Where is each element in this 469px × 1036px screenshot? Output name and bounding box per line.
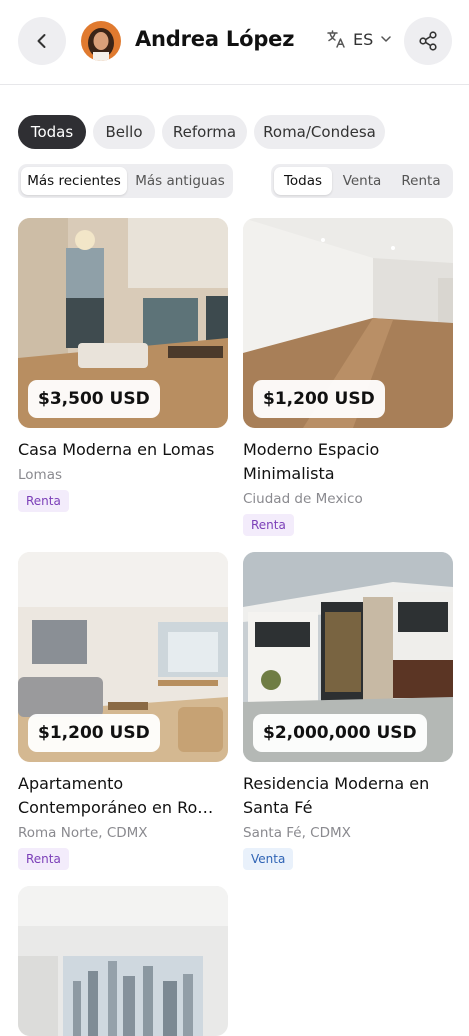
type-venta[interactable]: Venta xyxy=(334,167,390,195)
listing-photo xyxy=(18,886,228,1036)
listing-type-badge: Renta xyxy=(18,490,69,512)
language-selector[interactable]: ES xyxy=(326,29,392,49)
listing-photo: $1,200 USD xyxy=(18,552,228,762)
translate-icon xyxy=(327,30,345,48)
listing-price: $1,200 USD xyxy=(28,714,160,752)
listing-location: Lomas xyxy=(18,467,63,483)
listing-price: $1,200 USD xyxy=(253,380,385,418)
listing-price: $3,500 USD xyxy=(28,380,160,418)
listing-type-badge: Renta xyxy=(18,848,69,870)
type-todas[interactable]: Todas xyxy=(274,167,332,195)
listing-location: Ciudad de Mexico xyxy=(243,491,363,507)
listing-card[interactable]: $1,200 USD Moderno Espacio Minimalista C… xyxy=(243,218,453,536)
listing-card[interactable]: $2,000,000 USD Residencia Moderna en San… xyxy=(243,552,453,870)
listing-location: Roma Norte, CDMX xyxy=(18,825,148,841)
chip-roma-condesa[interactable]: Roma/Condesa xyxy=(254,115,385,149)
listing-photo: $1,200 USD xyxy=(243,218,453,428)
chip-todas[interactable]: Todas xyxy=(18,115,86,149)
listing-photo: $2,000,000 USD xyxy=(243,552,453,762)
listing-photo: $3,500 USD xyxy=(18,218,228,428)
type-renta[interactable]: Renta xyxy=(392,167,450,195)
listing-card[interactable]: $3,500 USD Casa Moderna en Lomas Lomas R… xyxy=(18,218,228,512)
listing-title: Casa Moderna en Lomas xyxy=(18,440,215,459)
listing-price: $2,000,000 USD xyxy=(253,714,427,752)
share-button[interactable] xyxy=(404,17,452,65)
chevron-left-icon xyxy=(37,34,46,48)
listing-type-badge: Venta xyxy=(243,848,294,870)
share-icon xyxy=(419,31,437,51)
sort-oldest[interactable]: Más antiguas xyxy=(130,167,230,195)
avatar xyxy=(81,21,121,61)
sort-newest[interactable]: Más recientes xyxy=(21,167,127,195)
listing-card[interactable]: $1,200 USD Apartamento Contemporáneo en R… xyxy=(18,552,228,870)
language-code: ES xyxy=(353,29,374,49)
chevron-down-icon xyxy=(381,36,392,42)
top-bar: Andrea López ES xyxy=(0,0,469,85)
listing-title: Residencia Moderna en Santa Fé xyxy=(243,774,430,817)
listing-location: Santa Fé, CDMX xyxy=(243,825,351,841)
sort-segmented-control: Más recientes Más antiguas xyxy=(18,164,233,198)
user-name: Andrea López xyxy=(135,27,295,51)
listing-type-badge: Renta xyxy=(243,514,294,536)
listing-title: Moderno Espacio Minimalista xyxy=(243,440,380,483)
listing-card[interactable] xyxy=(18,886,228,1036)
back-button[interactable] xyxy=(18,17,66,65)
chip-reforma[interactable]: Reforma xyxy=(162,115,247,149)
listing-title: ApartamentoContemporáneo en Roma Norte xyxy=(18,774,228,817)
chip-bello[interactable]: Bello xyxy=(93,115,155,149)
type-segmented-control: Todas Venta Renta xyxy=(271,164,453,198)
